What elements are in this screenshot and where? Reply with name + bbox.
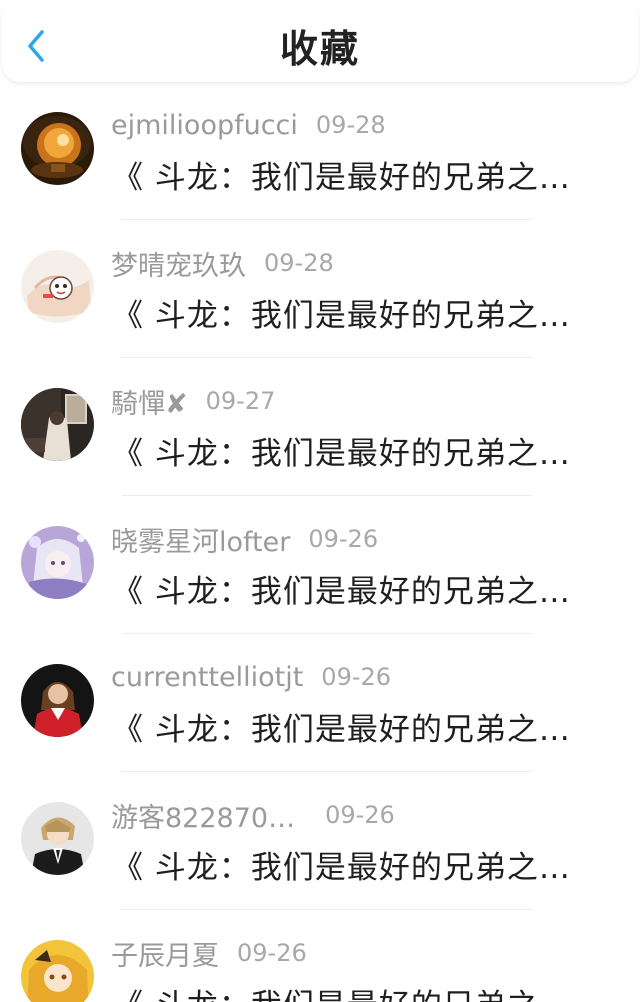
date-label: 09-26 xyxy=(325,801,395,829)
page-title: 收藏 xyxy=(279,27,360,71)
username[interactable]: ejmilioopfucci xyxy=(111,110,298,141)
list-item[interactable]: ejmilioopfucci 09-28 《 斗龙：我们是最好的兄弟之… xyxy=(0,82,640,220)
date-label: 09-28 xyxy=(315,111,386,139)
user-meta: 晓雾星河lofter 09-26 xyxy=(111,520,379,559)
username[interactable]: 晓雾星河lofter xyxy=(111,520,290,559)
anime-boy-suit-avatar[interactable] xyxy=(21,802,94,875)
work-title[interactable]: 《 斗龙：我们是最好的兄弟之… xyxy=(112,566,571,611)
date-label: 09-26 xyxy=(237,939,307,967)
work-title[interactable]: 《 斗龙：我们是最好的兄弟之… xyxy=(112,152,571,197)
work-title[interactable]: 《 斗龙：我们是最好的兄弟之… xyxy=(112,704,571,749)
username[interactable]: 梦晴宠玖玖 xyxy=(111,244,246,283)
list-item[interactable]: 梦晴宠玖玖 09-28 《 斗龙：我们是最好的兄弟之… xyxy=(0,220,640,358)
user-meta: 梦晴宠玖玖 09-28 xyxy=(111,244,334,283)
date-label: 09-28 xyxy=(264,249,334,277)
favorites-list: ejmilioopfucci 09-28 《 斗龙：我们是最好的兄弟之… 梦晴宠… xyxy=(0,82,640,1002)
user-meta: 子辰月夏 09-26 xyxy=(111,934,307,973)
favorites-page: 收藏 ejmilioopfucci 09-28 《 斗龙：我们是最好的兄弟之… … xyxy=(0,0,640,1002)
username[interactable]: 騎憚✘ xyxy=(111,382,188,421)
anime-girl-purple-avatar[interactable] xyxy=(21,526,94,599)
work-title[interactable]: 《 斗龙：我们是最好的兄弟之… xyxy=(112,290,571,335)
username[interactable]: 子辰月夏 xyxy=(111,934,219,973)
glass-sphere-avatar[interactable] xyxy=(21,112,94,185)
user-meta: currenttelliotjt 09-26 xyxy=(111,660,391,694)
list-item[interactable]: currenttelliotjt 09-26 《 斗龙：我们是最好的兄弟之… xyxy=(0,634,640,772)
user-meta: 騎憚✘ 09-27 xyxy=(111,382,276,421)
list-item[interactable]: 騎憚✘ 09-27 《 斗龙：我们是最好的兄弟之… xyxy=(0,358,640,496)
woman-red-coat-avatar[interactable] xyxy=(21,664,94,737)
date-label: 09-26 xyxy=(308,525,379,553)
top-bar: 收藏 xyxy=(2,2,638,82)
username[interactable]: currenttelliotjt xyxy=(111,662,303,693)
anime-girl-yellow-avatar[interactable] xyxy=(21,940,94,1002)
list-item[interactable]: 游客822870… 09-26 《 斗龙：我们是最好的兄弟之… xyxy=(0,772,640,910)
work-title[interactable]: 《 斗龙：我们是最好的兄弟之… xyxy=(112,428,571,473)
work-title[interactable]: 《 斗龙：我们是最好的兄弟之… xyxy=(112,842,571,887)
username[interactable]: 游客822870… xyxy=(111,796,295,835)
work-title[interactable]: 《 斗龙：我们是最好的兄弟之… xyxy=(112,980,571,1002)
date-label: 09-27 xyxy=(205,387,276,415)
hand-doodle-avatar[interactable] xyxy=(21,250,94,323)
list-item[interactable]: 子辰月夏 09-26 《 斗龙：我们是最好的兄弟之… xyxy=(0,910,640,1002)
dark-room-avatar[interactable] xyxy=(21,388,94,461)
date-label: 09-26 xyxy=(321,663,392,691)
user-meta: ejmilioopfucci 09-28 xyxy=(111,108,386,142)
user-meta: 游客822870… 09-26 xyxy=(111,796,395,835)
list-item[interactable]: 晓雾星河lofter 09-26 《 斗龙：我们是最好的兄弟之… xyxy=(0,496,640,634)
